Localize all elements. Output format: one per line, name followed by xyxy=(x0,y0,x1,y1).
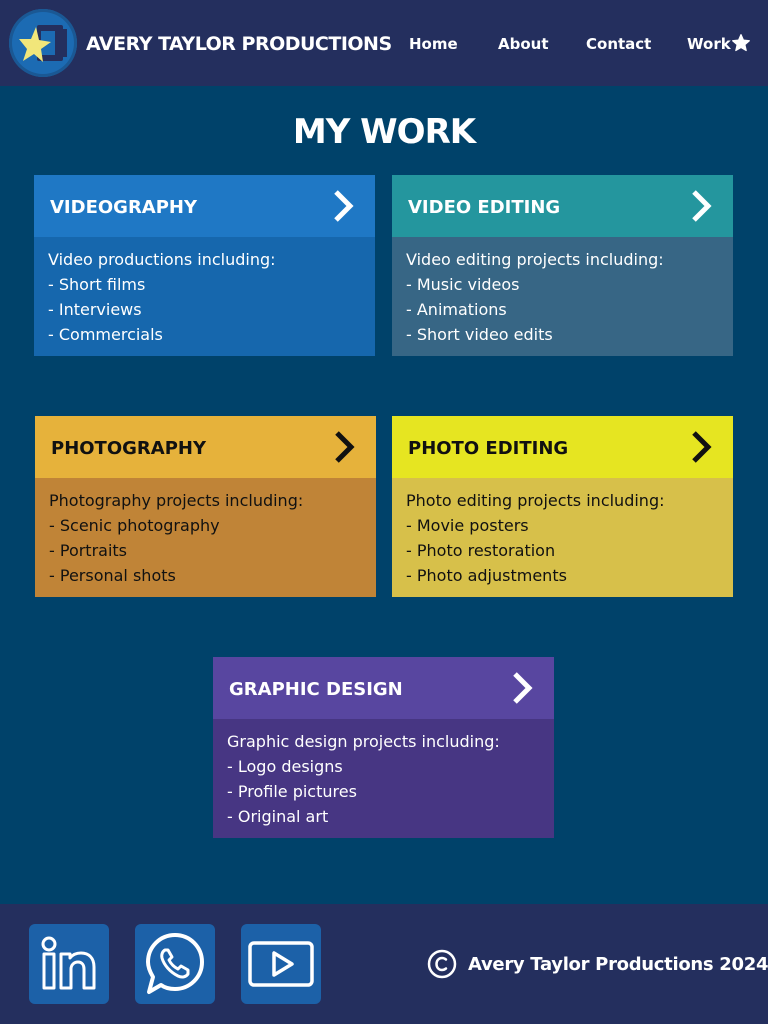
nav-about[interactable]: About xyxy=(498,35,549,53)
card-list-item: - Animations xyxy=(406,300,507,319)
card-videography[interactable]: VIDEOGRAPHY Video productions including:… xyxy=(34,175,375,356)
card-title: PHOTOGRAPHY xyxy=(51,438,206,459)
card-intro: Video editing projects including: xyxy=(406,250,664,269)
brand-name: AVERY TAYLOR PRODUCTIONS xyxy=(86,33,392,55)
youtube-icon xyxy=(248,941,314,987)
card-title: VIDEO EDITING xyxy=(408,197,561,218)
card-list-item: - Short video edits xyxy=(406,325,553,344)
card-list-item: - Logo designs xyxy=(227,757,343,776)
card-graphic-design[interactable]: GRAPHIC DESIGN Graphic design projects i… xyxy=(213,657,554,838)
nav-contact[interactable]: Contact xyxy=(586,35,651,53)
chevron-right-icon[interactable] xyxy=(332,430,356,464)
card-header: GRAPHIC DESIGN xyxy=(213,657,554,719)
card-list-item: - Interviews xyxy=(48,300,142,319)
card-list-item: - Short films xyxy=(48,275,146,294)
chevron-right-icon[interactable] xyxy=(689,430,713,464)
card-body: Video editing projects including: - Musi… xyxy=(392,237,733,356)
card-header: PHOTO EDITING xyxy=(392,416,733,478)
card-list-item: - Portraits xyxy=(49,541,128,560)
card-video-editing[interactable]: VIDEO EDITING Video editing projects inc… xyxy=(392,175,733,356)
site-footer: Avery Taylor Productions 2024 xyxy=(0,904,768,1024)
card-list-item: - Original art xyxy=(227,807,329,826)
card-title: GRAPHIC DESIGN xyxy=(229,679,403,700)
nav-work[interactable]: Work xyxy=(687,35,731,53)
card-list-item: - Music videos xyxy=(406,275,520,294)
card-list-item: - Commercials xyxy=(48,325,163,344)
nav-home[interactable]: Home xyxy=(409,35,458,53)
whatsapp-link[interactable] xyxy=(135,924,215,1004)
card-intro: Video productions including: xyxy=(48,250,276,269)
card-body: Photography projects including: - Scenic… xyxy=(35,478,376,597)
chevron-right-icon[interactable] xyxy=(510,671,534,705)
card-header: PHOTOGRAPHY xyxy=(35,416,376,478)
copyright-text: Avery Taylor Productions 2024 xyxy=(468,954,768,975)
linkedin-icon xyxy=(41,936,96,990)
card-body: Graphic design projects including: - Log… xyxy=(213,719,554,838)
card-intro: Photo editing projects including: xyxy=(406,491,665,510)
youtube-link[interactable] xyxy=(241,924,321,1004)
star-icon xyxy=(732,34,750,52)
card-list-item: - Movie posters xyxy=(406,516,529,535)
card-photography[interactable]: PHOTOGRAPHY Photography projects includi… xyxy=(35,416,376,597)
card-photo-editing[interactable]: PHOTO EDITING Photo editing projects inc… xyxy=(392,416,733,597)
card-title: PHOTO EDITING xyxy=(408,438,569,459)
card-list-item: - Scenic photography xyxy=(49,516,220,535)
card-list-item: - Profile pictures xyxy=(227,782,357,801)
card-header: VIDEO EDITING xyxy=(392,175,733,237)
linkedin-link[interactable] xyxy=(29,924,109,1004)
chevron-right-icon[interactable] xyxy=(331,189,355,223)
site-header: AVERY TAYLOR PRODUCTIONS Home About Cont… xyxy=(0,0,768,86)
card-intro: Photography projects including: xyxy=(49,491,304,510)
card-body: Photo editing projects including: - Movi… xyxy=(392,478,733,597)
copyright-icon xyxy=(427,949,457,979)
logo[interactable] xyxy=(9,9,77,77)
card-body: Video productions including: - Short fil… xyxy=(34,237,375,356)
card-header: VIDEOGRAPHY xyxy=(34,175,375,237)
card-list-item: - Personal shots xyxy=(49,566,176,585)
whatsapp-icon xyxy=(146,933,204,994)
card-intro: Graphic design projects including: xyxy=(227,732,500,751)
page-title: MY WORK xyxy=(292,112,476,152)
card-title: VIDEOGRAPHY xyxy=(50,197,198,218)
chevron-right-icon[interactable] xyxy=(689,189,713,223)
card-list-item: - Photo restoration xyxy=(406,541,556,560)
card-list-item: - Photo adjustments xyxy=(406,566,567,585)
